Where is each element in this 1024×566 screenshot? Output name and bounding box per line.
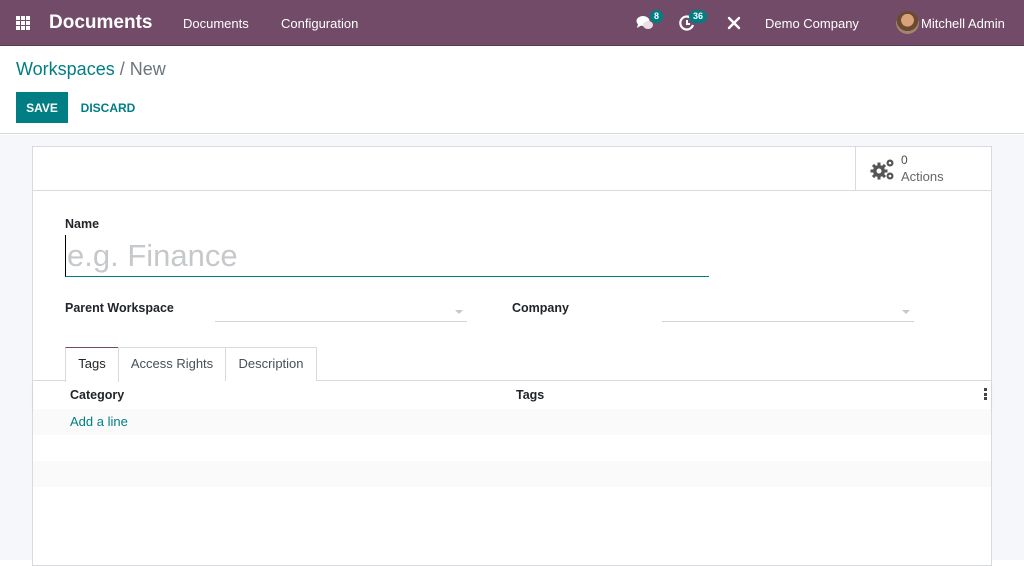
tools-icon — [727, 16, 741, 30]
menu-documents[interactable]: Documents — [183, 16, 249, 31]
menu-configuration[interactable]: Configuration — [281, 16, 358, 31]
app-brand[interactable]: Documents — [49, 12, 152, 34]
chevron-down-icon — [455, 310, 463, 314]
name-input[interactable] — [65, 235, 709, 277]
breadcrumb-separator: / — [114, 59, 130, 79]
messages-badge: 8 — [650, 10, 664, 23]
list-empty-row — [33, 461, 991, 487]
activities-badge: 36 — [689, 10, 708, 23]
actions-count: 0 — [901, 153, 908, 167]
breadcrumb-workspaces[interactable]: Workspaces — [16, 59, 115, 79]
notebook-tabs: Tags Access Rights Description — [33, 347, 991, 382]
gears-icon — [870, 159, 894, 180]
activities-button[interactable]: 36 — [679, 10, 708, 31]
button-box: 0 Actions — [33, 147, 991, 191]
form-sheet: 0 Actions Name Parent Workspace Company … — [32, 146, 992, 566]
tab-access-rights[interactable]: Access Rights — [118, 347, 226, 381]
messages-button[interactable]: 8 — [636, 10, 664, 31]
name-label: Name — [65, 217, 100, 231]
breadcrumb-current: New — [129, 59, 166, 79]
list-add-row: Add a line — [33, 409, 991, 435]
control-panel: Workspaces / New SAVE DISCARD — [0, 47, 1024, 134]
list-empty-row — [33, 435, 991, 461]
company-switcher[interactable]: Demo Company — [765, 16, 859, 31]
tab-description[interactable]: Description — [225, 347, 317, 381]
user-menu[interactable]: Mitchell Admin — [921, 16, 1005, 31]
list-empty-row — [33, 487, 991, 513]
column-tags[interactable]: Tags — [516, 388, 544, 402]
company-label: Company — [512, 301, 569, 315]
parent-workspace-label: Parent Workspace — [65, 301, 174, 315]
save-button[interactable]: SAVE — [16, 92, 68, 123]
parent-workspace-select[interactable] — [215, 298, 467, 322]
company-select[interactable] — [662, 298, 914, 322]
discard-button[interactable]: DISCARD — [74, 92, 142, 123]
add-line-link[interactable]: Add a line — [70, 414, 128, 429]
optional-columns-icon[interactable] — [984, 388, 987, 400]
column-category[interactable]: Category — [70, 388, 124, 402]
chevron-down-icon — [902, 310, 910, 314]
actions-stat-button[interactable]: 0 Actions — [855, 147, 991, 190]
apps-menu-icon[interactable] — [16, 16, 32, 30]
list-header: Category Tags — [33, 382, 991, 409]
debug-tools-button[interactable] — [727, 16, 741, 30]
top-navbar: Documents Documents Configuration 8 36 D… — [0, 0, 1024, 46]
breadcrumb: Workspaces / New — [16, 59, 166, 80]
actions-label: Actions — [901, 169, 944, 184]
user-avatar[interactable] — [896, 11, 919, 34]
tab-tags[interactable]: Tags — [65, 347, 119, 382]
